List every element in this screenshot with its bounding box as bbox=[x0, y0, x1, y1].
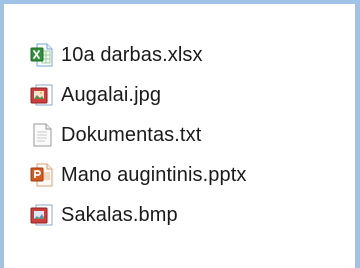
file-item-jpg[interactable]: Augalai.jpg bbox=[30, 75, 246, 115]
file-list-window: 10a darbas.xlsx Augalai.jpg Dokumentas.t… bbox=[0, 0, 360, 268]
file-name: Augalai.jpg bbox=[61, 83, 162, 106]
file-name: Dokumentas.txt bbox=[61, 123, 202, 146]
bitmap-file-icon bbox=[30, 203, 54, 227]
file-item-txt[interactable]: Dokumentas.txt bbox=[30, 115, 246, 155]
powerpoint-file-icon bbox=[30, 163, 54, 187]
text-file-icon bbox=[30, 123, 54, 147]
file-item-bmp[interactable]: Sakalas.bmp bbox=[30, 195, 246, 235]
image-file-icon bbox=[30, 83, 54, 107]
excel-file-icon bbox=[30, 43, 54, 67]
window-left-border bbox=[0, 0, 4, 268]
file-name: Mano augintinis.pptx bbox=[61, 163, 247, 186]
window-top-border bbox=[0, 0, 360, 4]
file-list: 10a darbas.xlsx Augalai.jpg Dokumentas.t… bbox=[30, 35, 246, 235]
file-item-pptx[interactable]: Mano augintinis.pptx bbox=[30, 155, 246, 195]
window-right-border bbox=[355, 0, 360, 268]
file-item-xlsx[interactable]: 10a darbas.xlsx bbox=[30, 35, 246, 75]
file-name: 10a darbas.xlsx bbox=[61, 43, 203, 66]
file-name: Sakalas.bmp bbox=[61, 203, 178, 226]
